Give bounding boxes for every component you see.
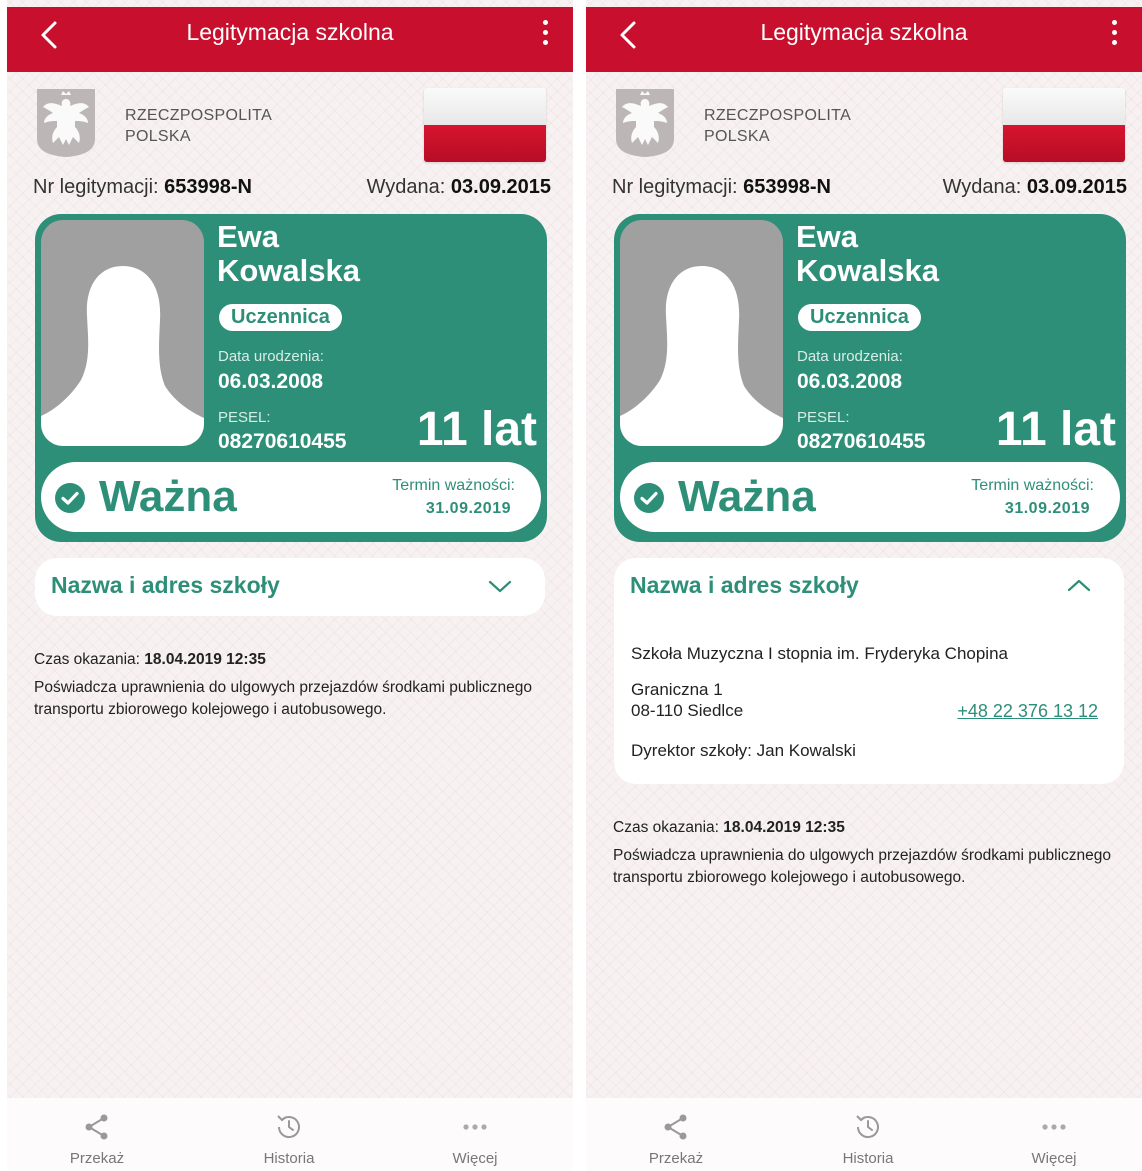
pesel-number: 08270610455 [797, 430, 926, 453]
document-number: 653998-N [743, 176, 831, 198]
role-badge: Uczennica [219, 304, 342, 331]
age-display: 11 lat [995, 403, 1116, 456]
expiry-date: 31.09.2019 [1004, 500, 1090, 517]
school-accordion[interactable]: Nazwa i adres szkoły [35, 558, 545, 616]
school-street: Graniczna 1 [631, 680, 723, 699]
pesel-label: PESEL: [218, 409, 271, 426]
expiry-label: Termin ważności: [392, 477, 515, 494]
id-card: Ewa Kowalska Uczennica Data urodzenia: 0… [614, 214, 1126, 542]
validity-status-box: Ważna Termin ważności: 31.09.2019 [41, 462, 541, 532]
presentation-info: Czas okazania: 18.04.2019 12:35 Poświadc… [613, 817, 1130, 889]
tab-more[interactable]: Więcej [994, 1098, 1114, 1167]
school-name: Szkoła Muzyczna I stopnia im. Fryderyka … [631, 644, 1008, 663]
birth-date-label: Data urodzenia: [797, 348, 903, 365]
validity-status-box: Ważna Termin ważności: 31.09.2019 [620, 462, 1120, 532]
bottom-tab-bar: Przekaż Historia Więcej [7, 1098, 573, 1171]
person-photo-placeholder [620, 220, 783, 446]
tab-more[interactable]: Więcej [415, 1098, 535, 1167]
polish-eagle-emblem-icon [37, 89, 95, 157]
expiry-date: 31.09.2019 [425, 500, 511, 517]
polish-flag [424, 88, 546, 162]
issue-date: 03.09.2015 [1026, 176, 1127, 198]
tab-history[interactable]: Historia [229, 1098, 349, 1167]
polish-eagle-emblem-icon [616, 89, 674, 157]
expiry-label: Termin ważności: [971, 477, 1094, 494]
issuer-name: RZECZPOSPOLITA POLSKA [125, 107, 273, 145]
app-header: Legitymacja szkolna [586, 7, 1142, 72]
school-phone-link[interactable]: +48 22 376 13 12 [957, 701, 1098, 722]
bottom-tab-bar: Przekaż Historia Więcej [586, 1098, 1142, 1171]
validity-status: Ważna [99, 472, 237, 521]
tab-history[interactable]: Historia [808, 1098, 928, 1167]
role-badge: Uczennica [798, 304, 921, 331]
phone-screen-collapsed: Legitymacja szkolna RZECZPOSPOLITA POLSK… [7, 0, 573, 1171]
pesel-label: PESEL: [797, 409, 850, 426]
check-circle-icon [55, 483, 85, 513]
app-header: Legitymacja szkolna [7, 7, 573, 72]
birth-date-label: Data urodzenia: [218, 348, 324, 365]
tab-share[interactable]: Przekaż [37, 1098, 157, 1167]
pesel-number: 08270610455 [218, 430, 347, 453]
person-name: Ewa Kowalska [796, 219, 940, 288]
id-card: Ewa Kowalska Uczennica Data urodzenia: 0… [35, 214, 547, 542]
presentation-time: 18.04.2019 12:35 [723, 819, 845, 836]
entitlement-note: Poświadcza uprawnienia do ulgowych przej… [613, 847, 1111, 886]
presentation-info: Czas okazania: 18.04.2019 12:35 Poświadc… [34, 649, 555, 721]
school-director: Dyrektor szkoły: Jan Kowalski [631, 741, 856, 760]
school-accordion-expanded[interactable]: Nazwa i adres szkoły Szkoła Muzyczna I s… [614, 558, 1124, 784]
person-silhouette-icon [620, 266, 783, 446]
person-silhouette-icon [41, 266, 204, 446]
issue-date: 03.09.2015 [450, 176, 551, 198]
more-options-icon[interactable] [535, 17, 555, 57]
more-dots-icon [1042, 1124, 1066, 1130]
polish-flag [1003, 88, 1125, 162]
school-section-title: Nazwa i adres szkoły [51, 572, 280, 598]
phone-screen-expanded: Legitymacja szkolna RZECZPOSPOLITA POLSK… [586, 0, 1142, 1171]
history-icon [277, 1115, 300, 1139]
school-section-title: Nazwa i adres szkoły [630, 572, 859, 598]
presentation-time: 18.04.2019 12:35 [144, 651, 266, 668]
more-options-icon[interactable] [1104, 17, 1124, 57]
validity-status: Ważna [678, 472, 816, 521]
document-number: 653998-N [164, 176, 252, 198]
chevron-down-icon[interactable] [487, 576, 513, 596]
person-name: Ewa Kowalska [217, 219, 361, 288]
more-dots-icon [463, 1124, 487, 1130]
person-photo-placeholder [41, 220, 204, 446]
share-icon [85, 1114, 108, 1140]
page-title: Legitymacja szkolna [760, 19, 968, 45]
age-display: 11 lat [416, 403, 537, 456]
entitlement-note: Poświadcza uprawnienia do ulgowych przej… [34, 679, 532, 718]
share-icon [664, 1114, 687, 1140]
history-icon [856, 1115, 879, 1139]
check-circle-icon [634, 483, 664, 513]
birth-date: 06.03.2008 [797, 370, 903, 393]
tab-share[interactable]: Przekaż [616, 1098, 736, 1167]
page-title: Legitymacja szkolna [186, 19, 394, 45]
chevron-up-icon[interactable] [1066, 576, 1092, 596]
issuer-name: RZECZPOSPOLITA POLSKA [704, 107, 852, 145]
birth-date: 06.03.2008 [218, 370, 324, 393]
